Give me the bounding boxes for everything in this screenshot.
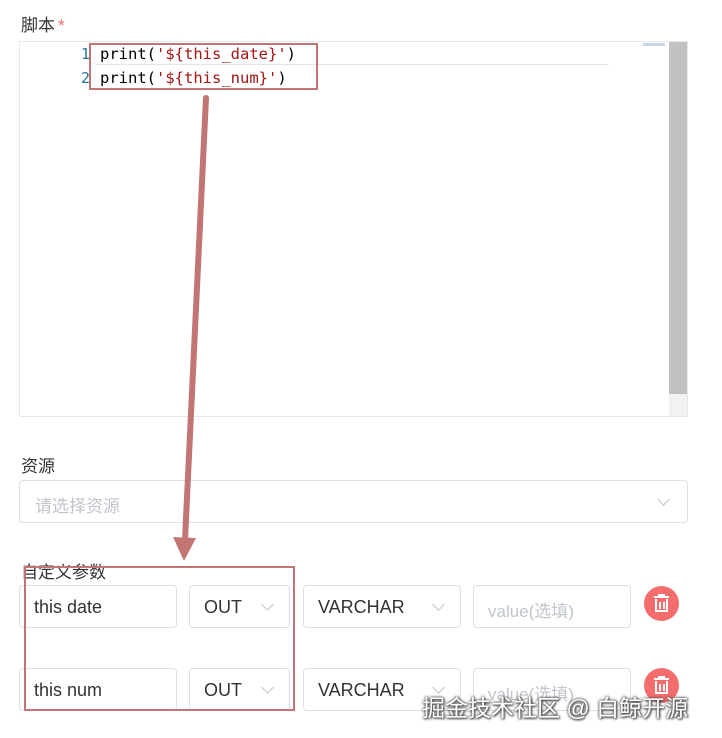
editor-scrollbar[interactable]: [669, 42, 687, 416]
resources-label: 资源: [21, 457, 55, 476]
watermark: 掘金技术社区 @ 白鲸开源: [422, 695, 689, 721]
minimap[interactable]: [643, 43, 665, 46]
line-number: 1: [80, 45, 90, 63]
code-highlight-box: [89, 43, 318, 90]
resources-select[interactable]: 请选择资源: [19, 480, 688, 523]
line-number: 2: [80, 69, 90, 87]
script-label-text: 脚本: [21, 16, 55, 35]
resources-placeholder: 请选择资源: [35, 497, 120, 516]
param-value-placeholder: value(选填): [488, 602, 574, 621]
param-value-input[interactable]: value(选填): [473, 585, 631, 628]
editor-scrollbar-thumb[interactable]: [669, 42, 687, 394]
script-editor[interactable]: 1 2 print('${this_date}') print('${this_…: [19, 41, 688, 417]
chevron-down-icon: [432, 598, 445, 611]
delete-param-button[interactable]: [644, 586, 679, 621]
param-type-select[interactable]: VARCHAR: [303, 585, 461, 628]
required-mark: *: [58, 16, 65, 35]
param-type-value: VARCHAR: [318, 680, 405, 700]
chevron-down-icon: [657, 493, 670, 506]
param-type-value: VARCHAR: [318, 597, 405, 617]
params-highlight-box: [24, 566, 295, 711]
script-label: 脚本 *: [21, 11, 65, 36]
